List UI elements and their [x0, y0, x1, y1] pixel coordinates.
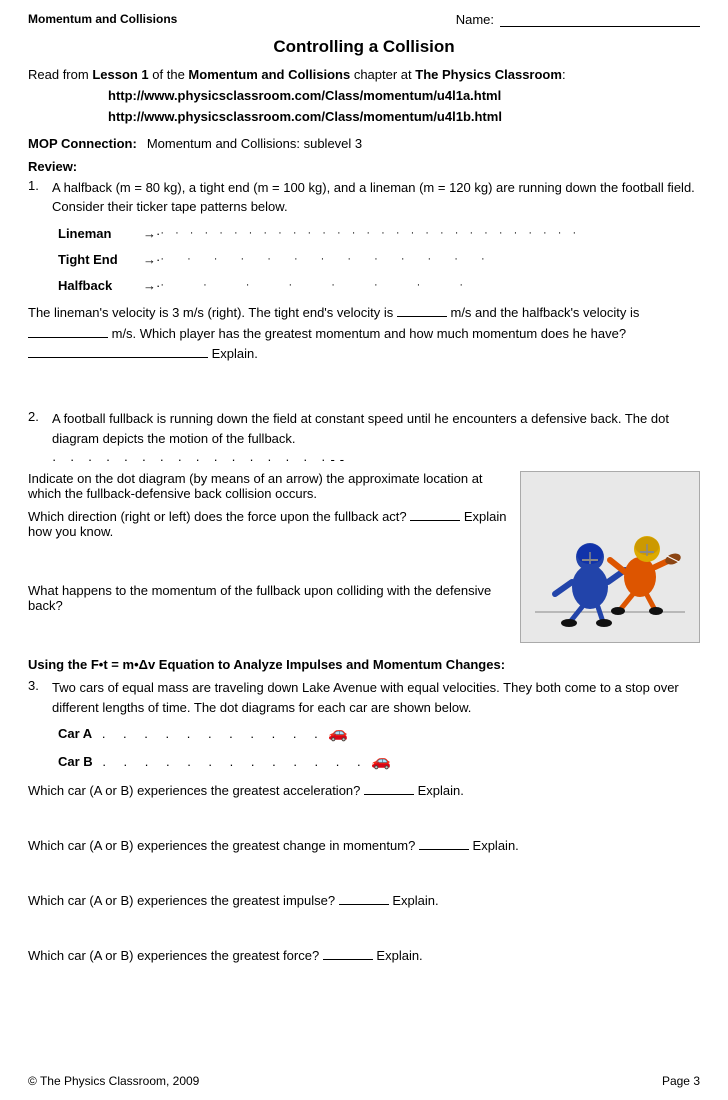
mop-label: MOP Connection: [28, 136, 137, 151]
question-3: 3. Two cars of equal mass are traveling … [28, 678, 700, 717]
page-header: Momentum and Collisions Name: [28, 12, 700, 27]
q2-left-content: Indicate on the dot diagram (by means of… [28, 471, 510, 643]
momentum-answer-blank[interactable] [28, 344, 208, 358]
q3-blank-2[interactable] [419, 836, 469, 850]
q1-number: 1. [28, 178, 46, 217]
main-title: Controlling a Collision [28, 37, 700, 57]
football-illustration [520, 471, 700, 643]
name-label: Name: [456, 12, 494, 27]
using-section: Using the F•t = m•Δv Equation to Analyze… [28, 657, 700, 966]
q2-momentum-text: What happens to the momentum of the full… [28, 583, 510, 613]
direction-blank[interactable] [410, 507, 460, 521]
q3-blank-4[interactable] [323, 946, 373, 960]
q1-continuation: The lineman's velocity is 3 m/s (right).… [28, 303, 700, 365]
header-title: Momentum and Collisions [28, 12, 177, 26]
question-1: 1. A halfback (m = 80 kg), a tight end (… [28, 178, 700, 396]
tight-end-dots: · · · · · · · · · · · · · [160, 250, 494, 269]
halfback-dots: · · · · · · · · [160, 276, 481, 295]
q3-answer-2-space [28, 867, 700, 881]
q3-answer-3: Which car (A or B) experiences the great… [28, 891, 700, 912]
halfback-velocity-blank[interactable] [28, 324, 108, 338]
name-input-line[interactable] [500, 13, 700, 27]
tight-end-arrow: →· [143, 249, 160, 271]
q3-answer-4: Which car (A or B) experiences the great… [28, 946, 700, 967]
url-2: http://www.physicsclassroom.com/Class/mo… [108, 107, 700, 128]
q3-answer-1: Which car (A or B) experiences the great… [28, 781, 700, 802]
mop-value: Momentum and Collisions: sublevel 3 [147, 136, 362, 151]
car-a-label: Car A [58, 726, 92, 741]
mop-connection: MOP Connection: Momentum and Collisions:… [28, 136, 700, 151]
car-b-diagram: Car B . . . . . . . . . . . . . 🚗 [58, 751, 700, 771]
halfback-label: Halfback [58, 275, 143, 297]
lineman-label: Lineman [58, 223, 143, 245]
url-1: http://www.physicsclassroom.com/Class/mo… [108, 86, 700, 107]
q2-direction-text: Which direction (right or left) does the… [28, 507, 510, 539]
q3-blank-3[interactable] [339, 891, 389, 905]
footer-copyright: © The Physics Classroom, 2009 [28, 1074, 199, 1088]
car-b-label: Car B [58, 754, 93, 769]
review-label: Review: [28, 159, 700, 174]
car-a-dots: . . . . . . . . . . . [102, 726, 325, 741]
url-block: http://www.physicsclassroom.com/Class/mo… [108, 86, 700, 128]
car-a-diagram: Car A . . . . . . . . . . . 🚗 [58, 723, 700, 743]
q2-text-a: A football fullback is running down the … [52, 409, 700, 448]
q3-answer-3-space [28, 922, 700, 936]
using-title: Using the F•t = m•Δv Equation to Analyze… [28, 657, 700, 672]
tight-end-label: Tight End [58, 249, 143, 271]
tight-end-row: Tight End →· · · · · · · · · · · · · · [58, 249, 700, 271]
lineman-row: Lineman →· · · · · · · · · · · · · · · ·… [58, 223, 700, 245]
q3-number: 3. [28, 678, 46, 717]
q2-momentum-space [28, 613, 510, 643]
q1-text: A halfback (m = 80 kg), a tight end (m =… [52, 178, 700, 217]
tight-end-velocity-blank[interactable] [397, 303, 447, 317]
q2-content-block: Indicate on the dot diagram (by means of… [28, 471, 700, 643]
page-footer: © The Physics Classroom, 2009 Page 3 [28, 1074, 700, 1088]
q1-explain-space [28, 365, 700, 395]
footer-page: Page 3 [662, 1074, 700, 1088]
question-2: 2. A football fullback is running down t… [28, 409, 700, 643]
q2-explain-space [28, 545, 510, 573]
read-from-text: Read from Lesson 1 of the Momentum and C… [28, 67, 700, 82]
q2-number: 2. [28, 409, 46, 448]
car-b-dots: . . . . . . . . . . . . . [102, 754, 367, 769]
q3-blank-1[interactable] [364, 781, 414, 795]
q3-text: Two cars of equal mass are traveling dow… [52, 678, 700, 717]
halfback-arrow: →· [143, 275, 160, 297]
car-b-icon: 🚗 [371, 753, 391, 770]
q2-indicate-text: Indicate on the dot diagram (by means of… [28, 471, 510, 501]
car-a-icon: 🚗 [328, 725, 348, 742]
lineman-dots: · · · · · · · · · · · · · · · · · · · · … [160, 224, 580, 243]
q3-answer-1-space [28, 812, 700, 826]
halfback-row: Halfback →· · · · · · · · · [58, 275, 700, 297]
football-svg [525, 482, 695, 632]
q3-answer-2: Which car (A or B) experiences the great… [28, 836, 700, 857]
dot-diagrams-q1: Lineman →· · · · · · · · · · · · · · · ·… [58, 223, 700, 297]
lineman-arrow: →· [143, 223, 160, 245]
q2-dot-row: · · · · · · · · · · · · · · · ·-- [52, 452, 700, 467]
